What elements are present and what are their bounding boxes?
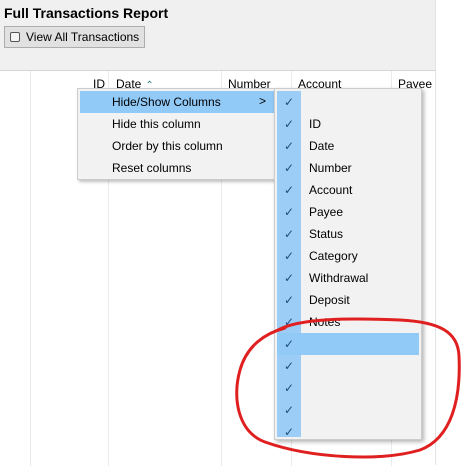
annotation-stroke xyxy=(235,317,461,459)
red-circle-annotation xyxy=(235,317,461,459)
